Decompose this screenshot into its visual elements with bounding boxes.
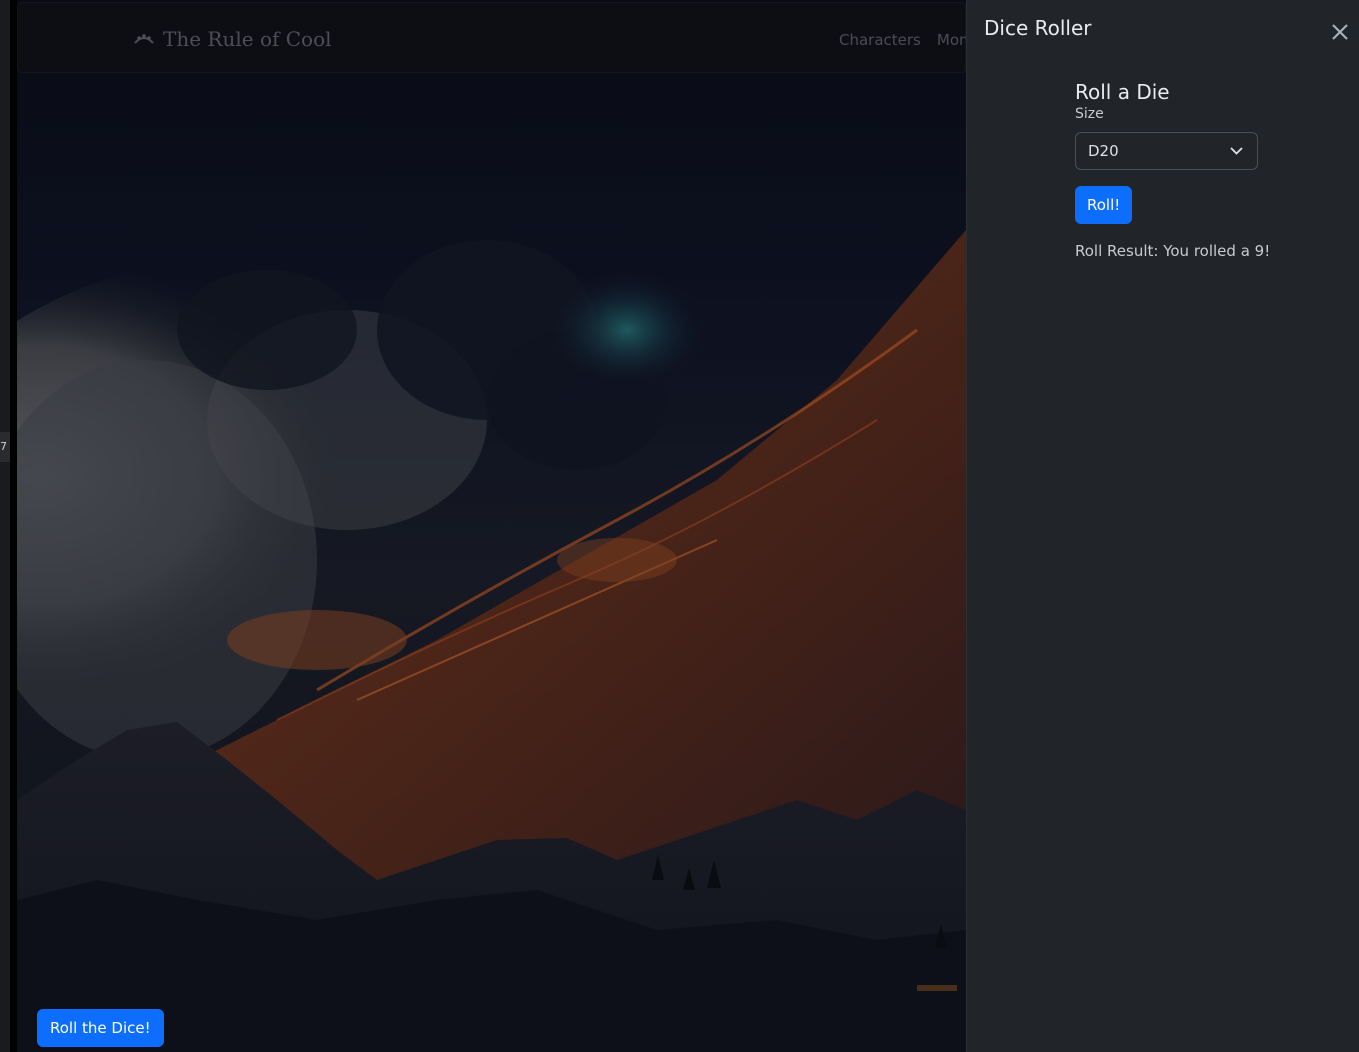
- form-heading: Roll a Die: [1075, 80, 1170, 104]
- roll-button[interactable]: Roll!: [1075, 186, 1133, 224]
- size-label: Size: [1075, 106, 1104, 122]
- page-backdrop: The Rule of Cool Characters Mons Roll th…: [17, 0, 966, 1052]
- dice-roller-panel: Dice Roller Roll a Die Size D20 Roll! Ro…: [966, 0, 1359, 1052]
- close-button[interactable]: [1328, 20, 1352, 44]
- chevron-down-icon: [1230, 147, 1243, 155]
- close-icon: [1332, 24, 1348, 40]
- roll-the-dice-button[interactable]: Roll the Dice!: [37, 1009, 164, 1047]
- panel-title: Dice Roller: [984, 16, 1092, 40]
- left-edge-strip: 7: [0, 0, 10, 1052]
- nav-links: Characters Mons: [839, 31, 966, 49]
- volcano-landscape-illustration: [17, 0, 966, 1052]
- roll-result-text: Roll Result: You rolled a 9!: [1075, 242, 1271, 260]
- die-size-value: D20: [1088, 142, 1119, 160]
- nav-link-monsters[interactable]: Mons: [937, 31, 966, 49]
- dice-form: Roll a Die Size D20 Roll! Roll Result: Y…: [1075, 80, 1271, 260]
- app-window: 7 The Rule of Cool Characters Mon Roll t…: [0, 0, 1359, 1052]
- navbar: The Rule of Cool Characters Mons: [17, 2, 966, 73]
- nav-link-characters[interactable]: Characters: [839, 31, 921, 49]
- dice-cup-icon: [134, 34, 154, 44]
- die-size-select[interactable]: D20: [1075, 132, 1258, 170]
- brand-link[interactable]: The Rule of Cool: [133, 27, 332, 51]
- left-edge-tab[interactable]: 7: [0, 432, 10, 462]
- brand-text: The Rule of Cool: [163, 27, 332, 51]
